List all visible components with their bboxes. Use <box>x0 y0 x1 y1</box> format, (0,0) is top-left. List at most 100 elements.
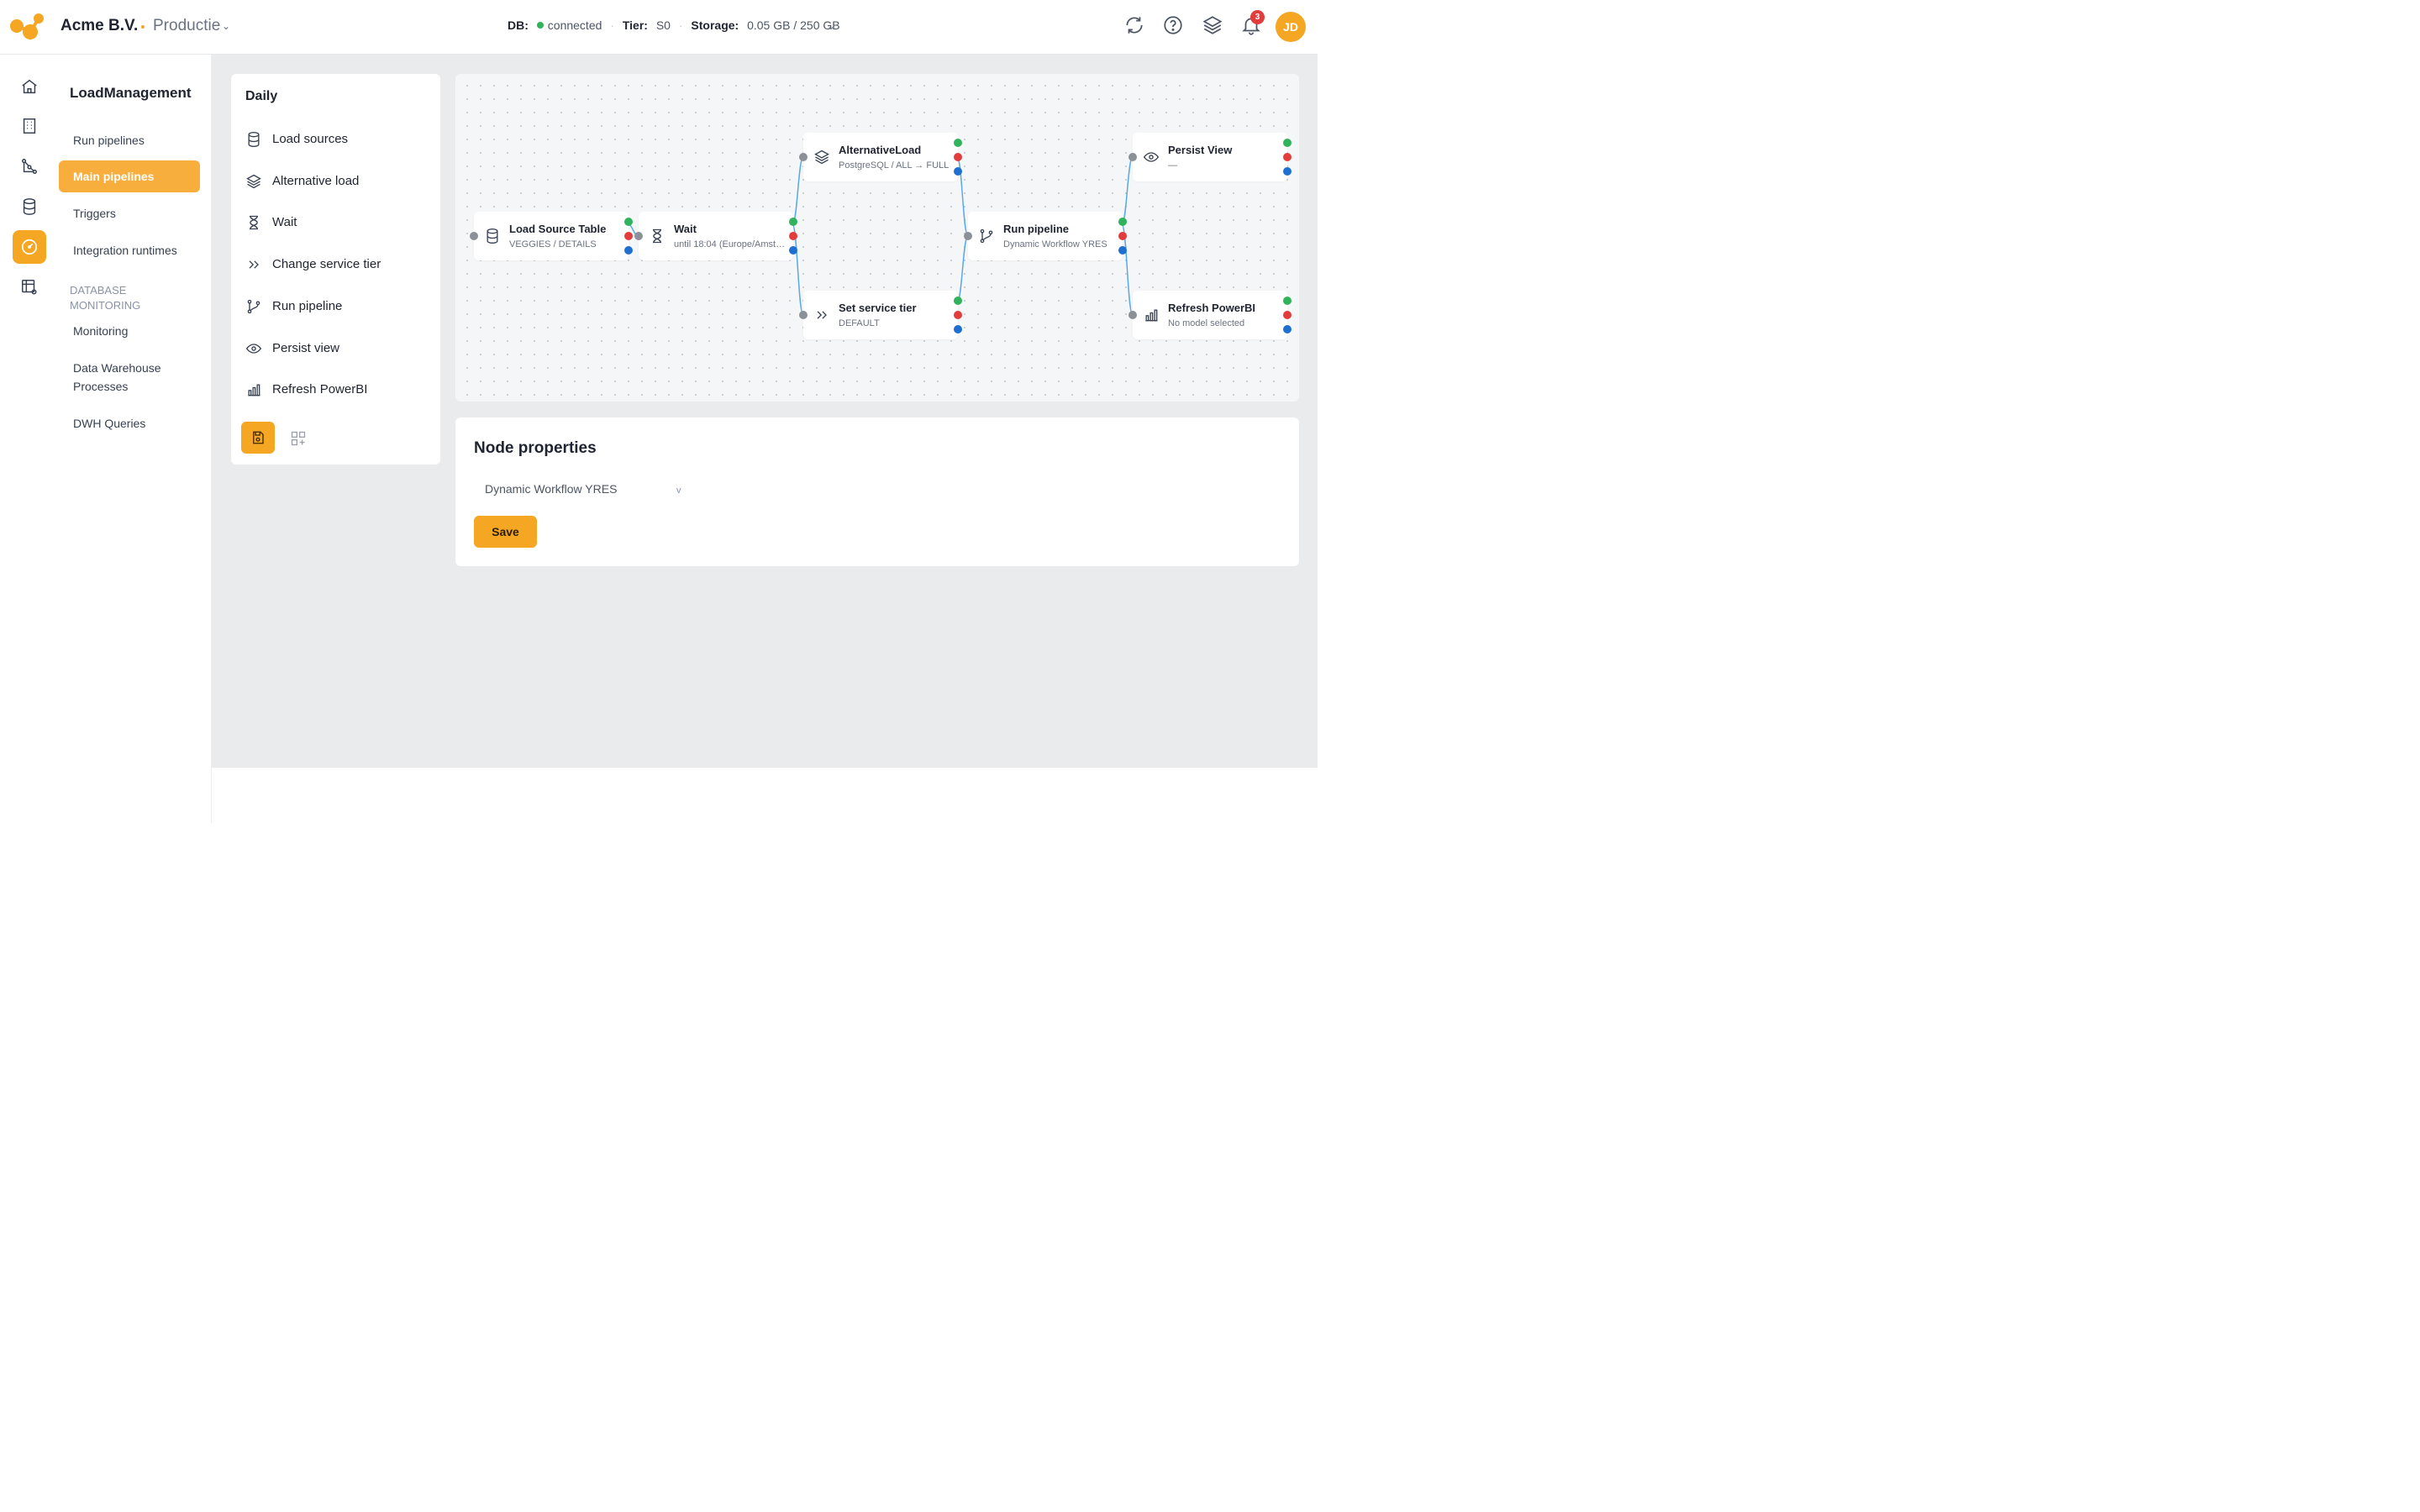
nav-triggers[interactable]: Triggers <box>59 197 200 229</box>
node-subtitle: until 18:04 (Europe/Amsterdam) <box>674 239 787 249</box>
node-wait[interactable]: Wait until 18:04 (Europe/Amsterdam) <box>634 212 797 260</box>
failure-port[interactable] <box>789 232 797 240</box>
node-set-service-tier[interactable]: Set service tier DEFAULT <box>799 291 962 339</box>
node-title: Set service tier <box>839 302 917 314</box>
refresh-icon[interactable] <box>1123 14 1145 36</box>
node-title: Load Source Table <box>509 223 607 235</box>
palette-item-label: Load sources <box>272 132 349 146</box>
failure-port[interactable] <box>954 153 962 161</box>
edge-run-to-persist <box>1121 156 1134 225</box>
node-load-source-table[interactable]: Load Source Table VEGGIES / DETAILS <box>470 212 633 260</box>
palette-item-label: Wait <box>272 215 297 229</box>
rail-database[interactable] <box>13 190 46 223</box>
chevron-down-icon[interactable]: ⌄ <box>222 20 230 32</box>
rail-organisation[interactable] <box>13 109 46 143</box>
success-port[interactable] <box>1283 139 1292 147</box>
input-port[interactable] <box>964 232 972 240</box>
node-properties-title: Node properties <box>474 439 597 457</box>
success-port[interactable] <box>954 139 962 147</box>
pipeline-select[interactable]: Dynamic Workflow YRES v <box>474 476 684 501</box>
building-icon <box>23 118 36 134</box>
nav-dwh-queries[interactable]: DWH Queries <box>59 407 200 439</box>
help-icon[interactable] <box>1162 14 1184 36</box>
node-title: Wait <box>674 223 697 235</box>
bar-chart-icon <box>248 384 260 396</box>
failure-port[interactable] <box>624 232 633 240</box>
org-name: Acme B.V. <box>60 17 139 34</box>
palette-title: Daily <box>245 89 278 103</box>
node-subtitle: No model selected <box>1168 318 1245 328</box>
chevron-down-icon[interactable]: ⌄ <box>827 20 835 32</box>
node-run-pipeline[interactable]: Run pipeline Dynamic Workflow YRES <box>964 212 1127 260</box>
node-title: Refresh PowerBI <box>1168 302 1256 314</box>
node-title: Persist View <box>1168 144 1233 156</box>
failure-port[interactable] <box>1118 232 1127 240</box>
success-port[interactable] <box>1283 297 1292 305</box>
input-port[interactable] <box>634 232 643 240</box>
nav-main-pipelines[interactable]: Main pipelines <box>59 160 200 192</box>
input-port[interactable] <box>1128 311 1137 319</box>
acme-logo-icon[interactable] <box>8 12 45 40</box>
activity-palette: Daily Load sources Alternative load Wait… <box>231 74 440 465</box>
eye-icon <box>245 344 262 354</box>
completion-port[interactable] <box>1283 325 1292 333</box>
git-branch-icon <box>980 228 993 244</box>
palette-item-label: Run pipeline <box>272 299 343 313</box>
rail-home[interactable] <box>13 70 46 103</box>
completion-port[interactable] <box>624 246 633 255</box>
node-subtitle: DEFAULT <box>839 318 880 328</box>
input-port[interactable] <box>470 232 478 240</box>
palette-item-label: Alternative load <box>272 174 360 188</box>
hourglass-icon <box>250 215 258 230</box>
success-port[interactable] <box>789 218 797 226</box>
completion-port[interactable] <box>1283 167 1292 176</box>
avatar[interactable]: JD <box>1276 12 1306 42</box>
completion-port[interactable] <box>954 167 962 176</box>
rail-pipelines[interactable] <box>13 150 46 183</box>
node-title: AlternativeLoad <box>839 144 922 156</box>
db-status-value: connected <box>547 18 602 32</box>
success-port[interactable] <box>624 218 633 226</box>
success-port[interactable] <box>954 297 962 305</box>
completion-port[interactable] <box>1118 246 1127 255</box>
chevron-down-icon: v <box>676 486 681 496</box>
palette-item-label: Persist view <box>272 341 340 355</box>
storage-label: Storage: <box>691 18 739 32</box>
notification-badge: 3 <box>1250 10 1265 24</box>
nav-integration-runtimes[interactable]: Integration runtimes <box>59 234 200 266</box>
pipeline-canvas[interactable]: Load Source Table VEGGIES / DETAILS Wait… <box>455 74 1299 402</box>
home-icon <box>22 79 37 94</box>
layers-icon[interactable] <box>1202 14 1223 36</box>
database-icon <box>487 228 498 244</box>
node-title: Run pipeline <box>1003 223 1069 235</box>
chevrons-right-icon <box>817 311 827 319</box>
nav-monitoring[interactable]: Monitoring <box>59 315 200 347</box>
add-grid-icon[interactable] <box>290 430 307 447</box>
node-persist-view[interactable]: Persist View — <box>1128 133 1292 181</box>
tier-value: S0 <box>655 18 671 32</box>
sub-navigation: LoadManagement Run pipelines Main pipeli… <box>57 55 212 823</box>
completion-port[interactable] <box>954 325 962 333</box>
icon-rail <box>0 55 57 823</box>
db-status-bar: DB: connected · Tier: S0 · Storage: 0.05… <box>508 18 840 32</box>
input-port[interactable] <box>799 153 808 161</box>
failure-port[interactable] <box>1283 153 1292 161</box>
node-refresh-powerbi[interactable]: Refresh PowerBI No model selected <box>1128 291 1292 339</box>
node-alternative-load[interactable]: AlternativeLoad PostgreSQL / ALL → FULL <box>799 133 962 181</box>
rail-load-management[interactable] <box>13 230 46 264</box>
failure-port[interactable] <box>1283 311 1292 319</box>
input-port[interactable] <box>1128 153 1137 161</box>
environment-selector[interactable]: Productie <box>153 17 220 35</box>
node-subtitle: VEGGIES / DETAILS <box>509 239 597 249</box>
database-icon <box>248 132 260 148</box>
nav-data-warehouse-processes[interactable]: Data Warehouse Processes <box>59 357 185 396</box>
failure-port[interactable] <box>954 311 962 319</box>
save-button[interactable]: Save <box>474 516 537 548</box>
input-port[interactable] <box>799 311 808 319</box>
save-pipeline-button[interactable] <box>241 422 275 454</box>
rail-table-settings[interactable] <box>13 270 46 304</box>
pipeline-select-value: Dynamic Workflow YRES <box>485 482 618 496</box>
nav-run-pipelines[interactable]: Run pipelines <box>59 124 200 156</box>
success-port[interactable] <box>1118 218 1127 226</box>
completion-port[interactable] <box>789 246 797 255</box>
